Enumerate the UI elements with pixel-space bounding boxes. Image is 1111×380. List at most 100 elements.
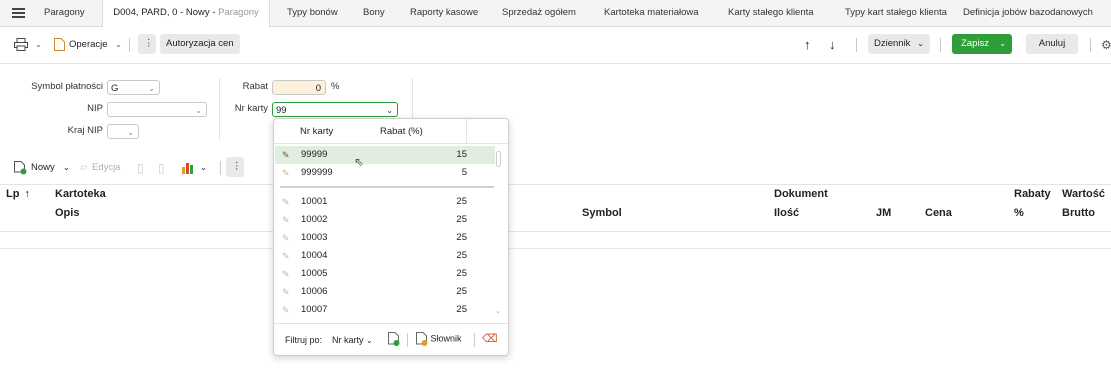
settings-gear-icon[interactable]: ⚙ (1101, 35, 1111, 55)
card-pin-icon: ✎ (282, 150, 290, 160)
clear-eraser-icon[interactable]: ⌫ (482, 332, 498, 345)
card-number-label: Nr karty (234, 103, 268, 114)
delete-document-icon[interactable]: ▯ (158, 158, 165, 178)
dropdown-row[interactable]: ✎ 999999 5 (275, 164, 495, 182)
print-button[interactable]: ⌄ (14, 35, 44, 55)
country-nip-label: Kraj NIP (67, 125, 103, 136)
save-label: Zapisz (961, 38, 989, 49)
dropdown-row[interactable]: ✎ 10007 25 (275, 301, 495, 319)
card-pin-icon: ✎ (282, 197, 290, 207)
col-lp[interactable]: Lp ↑ (6, 188, 30, 200)
payment-symbol-select[interactable]: G ⌄ (107, 80, 160, 95)
edit-button[interactable]: ▱ Edycja (80, 158, 120, 178)
tab-typy-bonow[interactable]: Typy bonów (287, 0, 338, 26)
row-discount: 25 (456, 232, 467, 243)
dropdown-row[interactable]: ✎ 10001 25 (275, 193, 495, 211)
filter-by-select[interactable]: Nr karty ⌄ (332, 335, 373, 345)
card-pin-icon: ✎ (282, 215, 290, 225)
hamburger-menu-icon[interactable] (12, 8, 25, 18)
tab-current-document[interactable]: D004, PARD, 0 - Nowy - Paragony (102, 0, 270, 27)
row-card-number: 999999 (301, 167, 333, 178)
tab-paragony[interactable]: Paragony (44, 0, 85, 26)
grid-more-options-button[interactable]: ⋮ (226, 157, 244, 177)
col-rabaty[interactable]: Rabaty (1014, 188, 1051, 200)
chevron-down-icon: ⌄ (200, 163, 207, 172)
edit-label: Edycja (91, 162, 121, 173)
col-wartosc[interactable]: Wartość (1062, 188, 1105, 200)
scrollbar-thumb[interactable] (496, 151, 501, 167)
scroll-down-icon[interactable]: ⌄ (495, 307, 501, 315)
journal-dropdown[interactable]: Dziennik ⌄ (868, 34, 930, 54)
col-dokument[interactable]: Dokument (774, 188, 828, 200)
col-ilosc[interactable]: Ilość (774, 207, 799, 219)
tab-bar: Paragony D004, PARD, 0 - Nowy - Paragony… (0, 0, 1111, 27)
dropdown-row[interactable]: ✎ 99999 15 (275, 146, 495, 164)
dropdown-col-card[interactable]: Nr karty (300, 126, 333, 137)
row-card-number: 10004 (301, 250, 328, 261)
card-number-combobox[interactable]: 99 ⌄ (272, 102, 398, 117)
col-procent[interactable]: % (1014, 207, 1024, 219)
col-symbol[interactable]: Symbol (582, 207, 622, 219)
cancel-button[interactable]: Anuluj (1026, 34, 1078, 54)
dropdown-row[interactable]: ✎ 10006 25 (275, 283, 495, 301)
tab-karty-stalego-klienta[interactable]: Karty stałego klienta (728, 0, 814, 26)
dropdown-row[interactable]: ✎ 10002 25 (275, 211, 495, 229)
tab-raporty-kasowe[interactable]: Raporty kasowe (410, 0, 478, 26)
toolbar-divider (940, 38, 941, 52)
dropdown-row[interactable]: ✎ 10004 25 (275, 247, 495, 265)
footer-divider (474, 333, 475, 347)
country-nip-select[interactable]: ⌄ (107, 124, 139, 139)
dropdown-col-discount[interactable]: Rabat (%) (380, 126, 423, 137)
nip-label: NIP (87, 103, 103, 114)
col-opis[interactable]: Opis (55, 207, 79, 219)
card-number-dropdown: Nr karty Rabat (%) ✎ 99999 15 ⇖ ✎ 999999… (273, 118, 509, 356)
copy-document-icon[interactable]: ▯ (137, 158, 144, 178)
more-options-button[interactable]: ⋮ (138, 34, 156, 54)
chevron-down-icon: ⌄ (127, 128, 134, 137)
col-jm[interactable]: JM (876, 207, 891, 219)
chevron-down-icon: ⌄ (115, 40, 122, 49)
chevron-down-icon: ⌄ (917, 39, 924, 48)
chevron-down-icon: ⌄ (35, 40, 42, 49)
col-kartoteka[interactable]: Kartoteka (55, 188, 106, 200)
row-card-number: 10006 (301, 286, 328, 297)
dropdown-col-divider (466, 119, 467, 143)
tab-kartoteka-materialowa[interactable]: Kartoteka materiałowa (604, 0, 699, 26)
move-down-button[interactable]: ↓ (829, 35, 836, 55)
authorize-prices-button[interactable]: Autoryzacja cen (160, 34, 240, 54)
operations-label: Operacje (69, 39, 108, 50)
dropdown-row[interactable]: ✎ 10003 25 (275, 229, 495, 247)
grid-empty-row (0, 248, 1111, 249)
nip-select[interactable]: ⌄ (107, 102, 207, 117)
save-button[interactable]: Zapisz ⌄ (952, 34, 1012, 54)
payment-symbol-value: G (111, 83, 119, 94)
discount-unit: % (331, 81, 340, 92)
payment-symbol-label: Symbol płatności (31, 81, 103, 92)
chart-icon[interactable]: ⌄ (182, 158, 216, 178)
row-discount: 15 (456, 149, 467, 160)
tab-sprzedaz-ogolem[interactable]: Sprzedaż ogółem (502, 0, 576, 26)
add-card-icon[interactable] (388, 332, 400, 349)
new-document-icon (14, 161, 27, 175)
tab-current-document-suffix: Paragony (218, 7, 259, 18)
card-pin-icon: ✎ (282, 168, 290, 178)
operations-button[interactable]: Operacje ⌄ (54, 35, 124, 55)
discount-input[interactable]: 0 (272, 80, 326, 95)
tab-bony[interactable]: Bony (363, 0, 385, 26)
row-card-number: 10003 (301, 232, 328, 243)
filter-by-value: Nr karty (332, 335, 364, 345)
row-card-number: 10007 (301, 304, 328, 315)
chevron-down-icon: ⌄ (195, 106, 202, 115)
dropdown-group-divider (280, 186, 494, 188)
row-discount: 5 (461, 167, 467, 178)
dropdown-scrollbar[interactable]: ⌄ (495, 147, 501, 317)
dropdown-row[interactable]: ✎ 10005 25 (275, 265, 495, 283)
col-cena[interactable]: Cena (925, 207, 952, 219)
move-up-button[interactable]: ↑ (804, 35, 811, 55)
tab-typy-kart[interactable]: Typy kart stałego klienta (845, 0, 947, 26)
col-brutto[interactable]: Brutto (1062, 207, 1095, 219)
printer-icon (14, 38, 28, 51)
tab-definicja-jobow[interactable]: Definicja jobów bazodanowych (963, 0, 1093, 26)
new-button[interactable]: Nowy ⌄ (14, 158, 70, 178)
dictionary-button[interactable]: Słownik (416, 332, 462, 346)
